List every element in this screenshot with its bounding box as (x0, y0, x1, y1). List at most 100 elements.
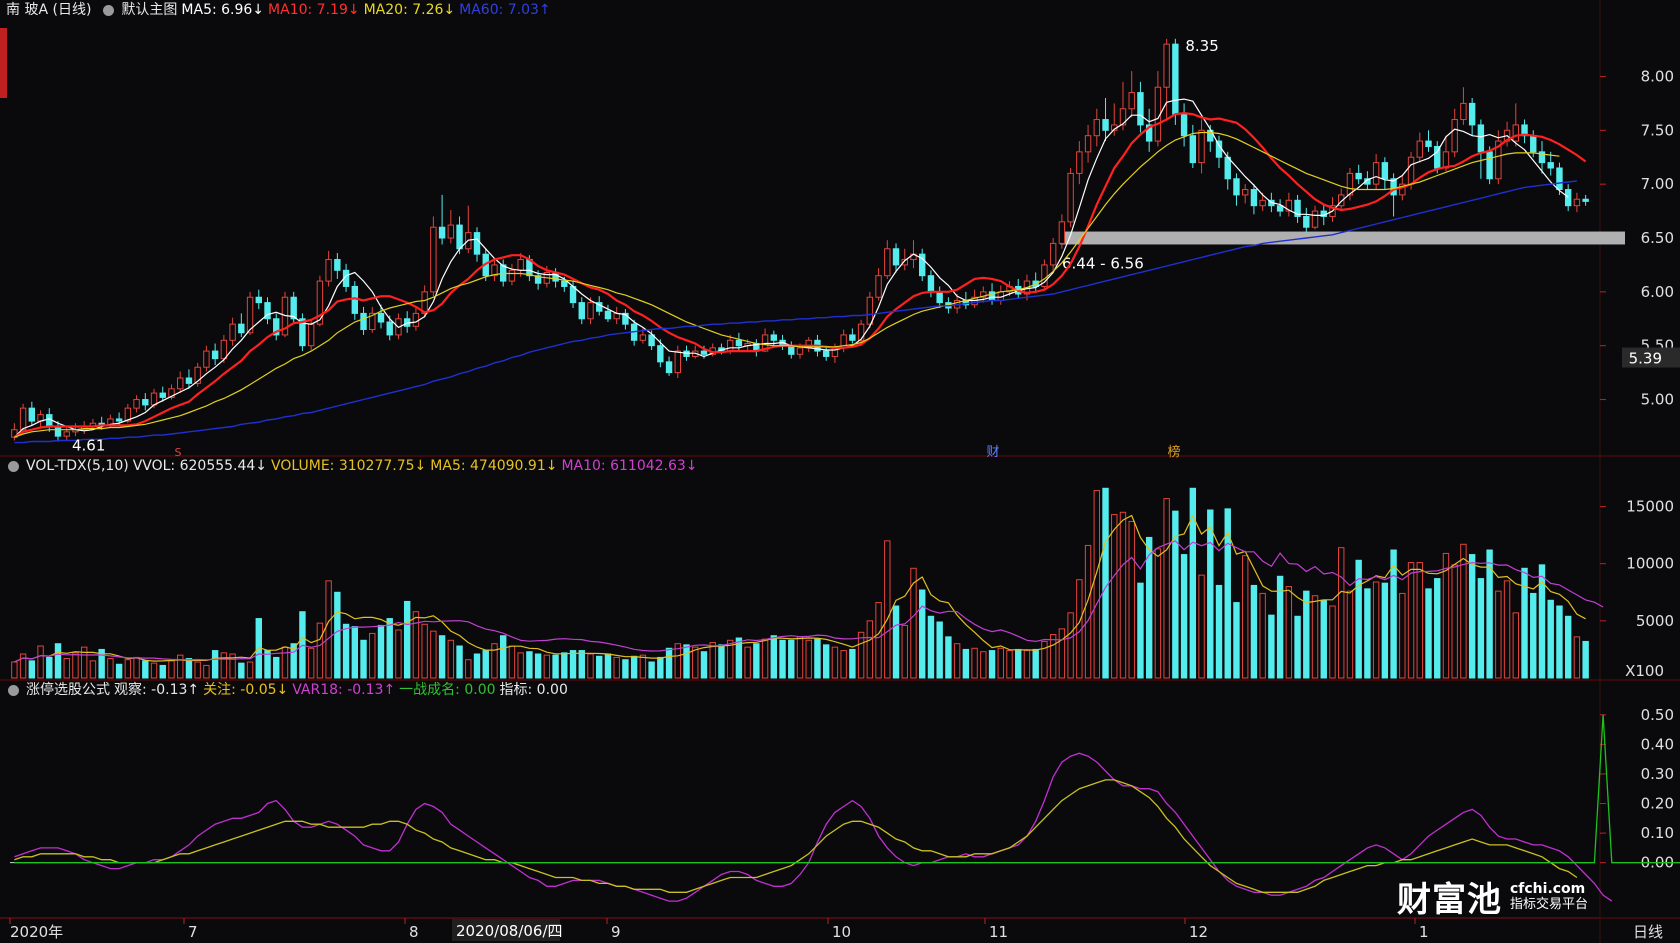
ma5-readout: MA5: 6.96↓ (181, 2, 265, 18)
candle-body (150, 392, 158, 406)
price-tick-label: 5.00 (1641, 391, 1674, 409)
volume-bar (770, 635, 778, 679)
volume-bar (1468, 554, 1476, 679)
volume-bar (796, 636, 804, 679)
volume-bar (1058, 628, 1066, 679)
candle-body (1468, 102, 1476, 126)
volume-bar (1338, 547, 1345, 679)
candle-body (1530, 135, 1537, 153)
volume-bar (831, 646, 839, 679)
candle-body (884, 248, 891, 277)
candle-body (788, 345, 795, 355)
candle-body (377, 312, 385, 323)
volume-bar (203, 664, 210, 679)
volume-bar (334, 591, 341, 679)
volume-bar (1119, 511, 1127, 679)
volume-bar (1303, 590, 1310, 679)
settings-dot-icon[interactable] (103, 4, 115, 16)
volume-bar (1250, 584, 1258, 679)
candle-body (1451, 119, 1458, 153)
volume-bar (1547, 599, 1554, 679)
vol-ma10-readout: MA10: 611042.63↓ (561, 458, 698, 474)
volume-bar (473, 653, 481, 679)
stock-title[interactable]: 南 玻A (日线) (6, 0, 91, 20)
candle-body (1564, 189, 1572, 207)
price-tick-label: 7.50 (1641, 121, 1674, 139)
candle-body (1189, 135, 1197, 164)
candle-body (1425, 140, 1432, 147)
candle-body (438, 226, 446, 239)
volume-bar (369, 632, 376, 679)
indicator-settings-dot-icon[interactable] (8, 684, 19, 696)
candle-body (211, 350, 219, 360)
volume-bar (142, 660, 149, 679)
vol-indicator-name[interactable]: VOL-TDX(5,10) (26, 456, 129, 476)
volume-bar (430, 630, 437, 679)
period-label: 日线 (1633, 923, 1663, 941)
obs-readout: 观察: -0.13↑ (114, 682, 200, 698)
volume-bar (1364, 588, 1371, 679)
volume-settings-dot-icon[interactable] (8, 460, 19, 472)
candle-body (1381, 162, 1389, 180)
volume-bar (168, 660, 175, 679)
volume-bar (1477, 578, 1485, 679)
volume-bar (919, 589, 926, 679)
volume-bar (1407, 562, 1415, 679)
candle-body (1512, 124, 1520, 142)
candle-body (1477, 124, 1485, 153)
side-tab-marker (0, 28, 7, 98)
volume-bar (884, 540, 891, 679)
volume-bar (438, 635, 446, 679)
volume-bar (185, 658, 193, 679)
volume-bar (1564, 615, 1572, 679)
yizhan-readout: 一战成名: 0.00 (399, 682, 496, 698)
volume-bar (657, 656, 664, 679)
candle-body (386, 321, 393, 336)
volume-bar (37, 645, 44, 679)
volume-tick-label: 10000 (1626, 555, 1674, 573)
volume-bar (281, 646, 289, 679)
volume-bar (1128, 520, 1135, 679)
candle-body (1241, 189, 1249, 196)
volume-bar (1215, 584, 1223, 679)
volume-bar (700, 651, 708, 679)
volume-bar (412, 611, 420, 679)
candle-body (770, 334, 778, 341)
candle-body (1276, 205, 1284, 212)
volume-bar (89, 660, 97, 679)
candle-body (1547, 162, 1554, 169)
volume-unit-label: X100 (1625, 662, 1664, 680)
candle-body (857, 323, 865, 341)
ma10-readout: MA10: 7.19↓ (268, 2, 360, 18)
candle-body (1128, 92, 1135, 110)
candle-body (360, 312, 367, 331)
candle-body (1180, 113, 1188, 137)
price-panel-header: 南 玻A (日线) 默认主图 MA5: 6.96↓ MA10: 7.19↓ MA… (0, 0, 551, 20)
volume-bar (892, 605, 900, 679)
candle-body (674, 350, 681, 374)
volume-bar (517, 652, 524, 679)
volume-bar (1207, 509, 1214, 679)
volume-bar (377, 624, 385, 679)
volume-bar (1503, 580, 1511, 679)
volume-bar (639, 654, 647, 679)
volume-bar (875, 602, 882, 679)
volume-bar (1102, 487, 1109, 679)
candle-body (1224, 156, 1231, 180)
candle-body (1058, 221, 1066, 244)
volume-bar (499, 635, 507, 679)
x-tick-label: 12 (1189, 923, 1208, 941)
main-chart-label[interactable]: 默认主图 (121, 0, 177, 20)
volume-bar (962, 648, 970, 679)
volume-bar (901, 624, 908, 679)
candle-body (177, 377, 184, 390)
volume-bar (744, 646, 751, 679)
volume-bar (596, 655, 603, 679)
volume-bar (273, 656, 280, 679)
volume-bar (1111, 514, 1118, 679)
watermark-site: cfchi.com (1509, 880, 1586, 897)
indicator-name[interactable]: 涨停选股公式 (26, 680, 110, 700)
candle-body (325, 259, 332, 282)
volume-bar (857, 631, 865, 679)
candle-body (866, 296, 874, 325)
